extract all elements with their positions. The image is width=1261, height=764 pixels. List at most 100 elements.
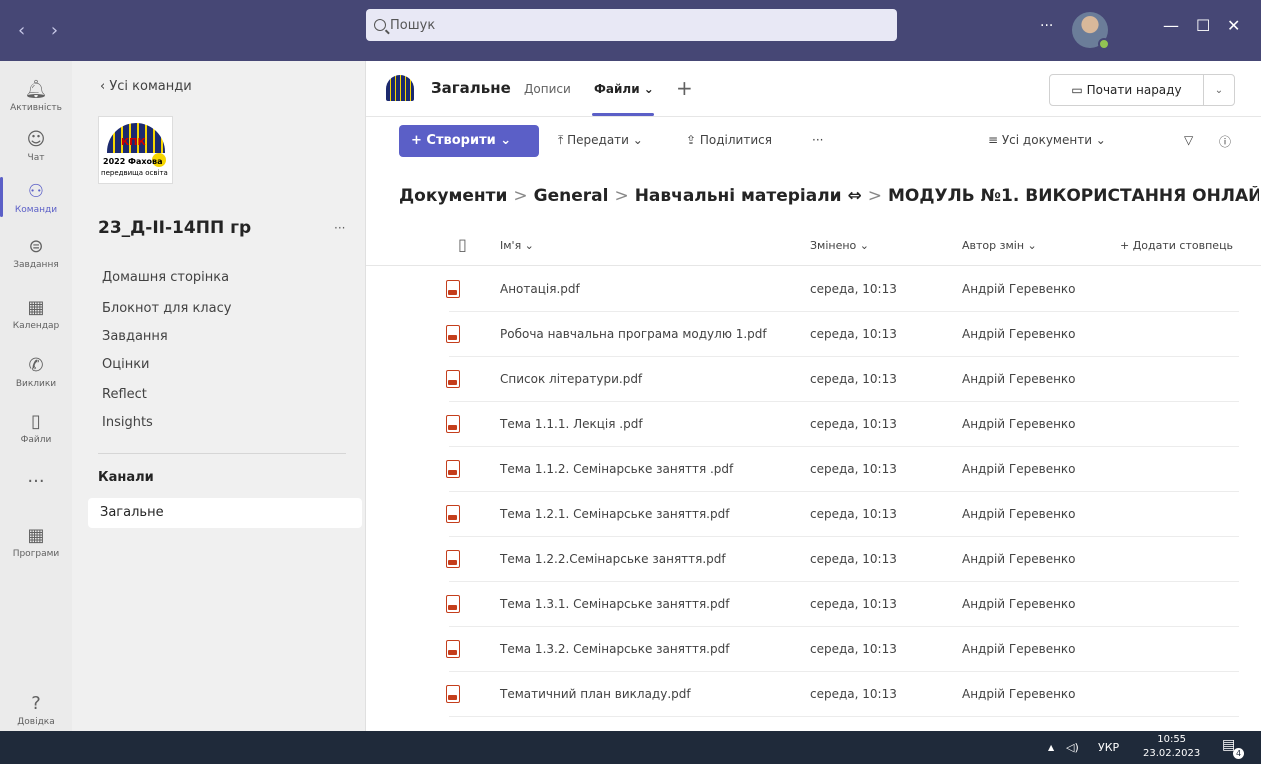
- all-teams-link[interactable]: ‹ Усі команди: [100, 79, 192, 94]
- avatar[interactable]: [1072, 12, 1110, 50]
- table-row[interactable]: Тема 1.1.1. Лекція .pdf середа, 10:13 Андр…: [446, 402, 1239, 447]
- notification-icon[interactable]: ▤ 4: [1222, 737, 1244, 759]
- rail-teams[interactable]: ⚇ Команди: [0, 177, 72, 217]
- pdf-file-icon: [446, 460, 460, 478]
- create-button[interactable]: + Створити ⌄: [399, 125, 539, 157]
- rail-files[interactable]: ▯ Файли: [0, 411, 72, 445]
- status-available-icon: [1098, 38, 1110, 50]
- app-rail: 🔔︎ Активність ☺ Чат ⚇ Команди ⊜ Завдання ▦ Ка…: [0, 61, 72, 731]
- column-modified[interactable]: Змінено ⌄: [810, 239, 869, 252]
- file-modified: середа, 10:13: [810, 507, 897, 521]
- files-toolbar: + Створити ⌄ ⤒ Передати ⌄ ⇪ Поділитися ·…: [366, 117, 1261, 167]
- file-icon: ▯: [31, 411, 41, 432]
- channel-logo: [386, 75, 414, 101]
- file-name[interactable]: Тема 1.1.2. Семінарське заняття .pdf: [500, 462, 733, 476]
- rail-calendar[interactable]: ▦ Календар: [0, 297, 72, 331]
- clock[interactable]: 10:55 23.02.2023: [1143, 733, 1200, 761]
- team-name: 23_Д-ІІ-14ПП гр: [98, 218, 252, 238]
- volume-icon[interactable]: ◁): [1066, 741, 1079, 754]
- tray-expand-icon[interactable]: ▲: [1048, 743, 1054, 752]
- team-nav-grades[interactable]: Оцінки: [102, 357, 150, 372]
- logo-text-year: 2022 Фахова: [103, 157, 163, 166]
- pdf-file-icon: [446, 595, 460, 613]
- file-modified: середа, 10:13: [810, 417, 897, 431]
- team-nav-insights[interactable]: Insights: [102, 415, 153, 430]
- table-row[interactable]: Тема 1.1.2. Семінарське заняття .pdf сере…: [446, 447, 1239, 492]
- upload-button[interactable]: ⤒ Передати ⌄: [558, 133, 643, 148]
- team-nav-home[interactable]: Домашня сторінка: [102, 270, 229, 285]
- team-nav-assignments[interactable]: Завдання: [102, 329, 168, 344]
- view-selector[interactable]: ≡ Усі документи ⌄: [988, 133, 1106, 147]
- file-name[interactable]: Анотація.pdf: [500, 282, 580, 296]
- pdf-file-icon: [446, 415, 460, 433]
- bell-icon: 🔔︎: [24, 79, 48, 100]
- tab-files[interactable]: Файли ⌄: [594, 82, 654, 96]
- nav-arrows[interactable]: ‹ ›: [18, 20, 68, 41]
- toolbar-more-button[interactable]: ···: [812, 133, 823, 147]
- table-row[interactable]: Тема 1.2.1. Семінарське заняття.pdf серед…: [446, 492, 1239, 537]
- chevron-left-icon: ‹: [100, 79, 110, 94]
- rail-more[interactable]: ···: [0, 471, 72, 495]
- channel-general[interactable]: Загальне: [88, 498, 362, 528]
- maximize-button[interactable]: ☐: [1196, 16, 1210, 35]
- file-name[interactable]: Робоча навчальна програма модулю 1.pdf: [500, 327, 767, 341]
- file-author: Андрій Геревенко: [962, 642, 1076, 656]
- file-author: Андрій Геревенко: [962, 327, 1076, 341]
- breadcrumb-documents[interactable]: Документи: [399, 186, 507, 206]
- more-options-button[interactable]: ···: [1040, 18, 1053, 34]
- chevron-down-icon[interactable]: ⌄: [1204, 85, 1234, 96]
- file-name[interactable]: Тема 1.3.2. Семінарське заняття.pdf: [500, 642, 729, 656]
- rail-assignments[interactable]: ⊜ Завдання: [0, 236, 72, 270]
- tab-posts[interactable]: Дописи: [524, 82, 571, 96]
- pdf-file-icon: [446, 640, 460, 658]
- rail-chat[interactable]: ☺ Чат: [0, 129, 72, 163]
- assignments-icon: ⊜: [28, 236, 44, 257]
- table-row[interactable]: Тема 1.3.2. Семінарське заняття.pdf серед…: [446, 627, 1239, 672]
- column-name[interactable]: Ім'я ⌄: [500, 239, 534, 252]
- breadcrumb-general[interactable]: General: [534, 186, 609, 206]
- teams-icon: ⚇: [27, 181, 45, 202]
- table-row[interactable]: Тематичний план викладу.pdf середа, 10:13…: [446, 672, 1239, 717]
- filter-icon[interactable]: ▽: [1184, 133, 1193, 147]
- more-icon: ···: [27, 471, 45, 492]
- file-modified: середа, 10:13: [810, 372, 897, 386]
- team-nav-reflect[interactable]: Reflect: [102, 387, 147, 402]
- pdf-file-icon: [446, 280, 460, 298]
- team-nav-notebook[interactable]: Блокнот для класу: [102, 301, 231, 316]
- file-author: Андрій Геревенко: [962, 282, 1076, 296]
- close-button[interactable]: ✕: [1227, 16, 1240, 35]
- chat-icon: ☺: [26, 129, 46, 150]
- file-name[interactable]: Список літератури.pdf: [500, 372, 642, 386]
- channel-title: Загальне: [431, 79, 511, 97]
- minimize-button[interactable]: —: [1163, 16, 1179, 35]
- file-name[interactable]: Тематичний план викладу.pdf: [500, 687, 691, 701]
- share-button[interactable]: ⇪ Поділитися: [686, 133, 772, 147]
- breadcrumb: Документи > General > Навчальні матеріали ⇔ >…: [399, 186, 1259, 206]
- rail-calls[interactable]: ✆ Виклики: [0, 355, 72, 389]
- table-row[interactable]: Тема 1.2.2.Семінарське заняття.pdf середа…: [446, 537, 1239, 582]
- team-more-button[interactable]: ···: [334, 221, 345, 235]
- info-icon[interactable]: ⓘ: [1219, 133, 1231, 150]
- language-indicator[interactable]: УКР: [1098, 741, 1119, 754]
- table-row[interactable]: Список літератури.pdf середа, 10:13 Андрій…: [446, 357, 1239, 402]
- table-row[interactable]: Анотація.pdf середа, 10:13 Андрій Геревенк…: [446, 267, 1239, 312]
- pdf-file-icon: [446, 370, 460, 388]
- file-name[interactable]: Тема 1.2.2.Семінарське заняття.pdf: [500, 552, 726, 566]
- search-input[interactable]: Пошук: [366, 9, 897, 41]
- divider: [98, 453, 346, 454]
- rail-apps[interactable]: ▦ Програми: [0, 525, 72, 559]
- meet-now-button[interactable]: ▭ Почати нараду ⌄: [1049, 74, 1235, 106]
- search-icon: [374, 19, 386, 31]
- file-name[interactable]: Тема 1.2.1. Семінарське заняття.pdf: [500, 507, 729, 521]
- clock-date: 23.02.2023: [1143, 748, 1201, 759]
- rail-help[interactable]: ? Довідка: [0, 693, 72, 727]
- file-name[interactable]: Тема 1.1.1. Лекція .pdf: [500, 417, 643, 431]
- file-name[interactable]: Тема 1.3.1. Семінарське заняття.pdf: [500, 597, 729, 611]
- column-author[interactable]: Автор змін ⌄: [962, 239, 1037, 252]
- add-column-button[interactable]: + Додати стовпець: [1120, 239, 1233, 252]
- add-tab-button[interactable]: +: [676, 76, 693, 100]
- table-row[interactable]: Робоча навчальна програма модулю 1.pdf се…: [446, 312, 1239, 357]
- rail-activity[interactable]: 🔔︎ Активність: [0, 79, 72, 113]
- table-row[interactable]: Тема 1.3.1. Семінарське заняття.pdf серед…: [446, 582, 1239, 627]
- breadcrumb-materials[interactable]: Навчальні матеріали ⇔: [635, 186, 862, 206]
